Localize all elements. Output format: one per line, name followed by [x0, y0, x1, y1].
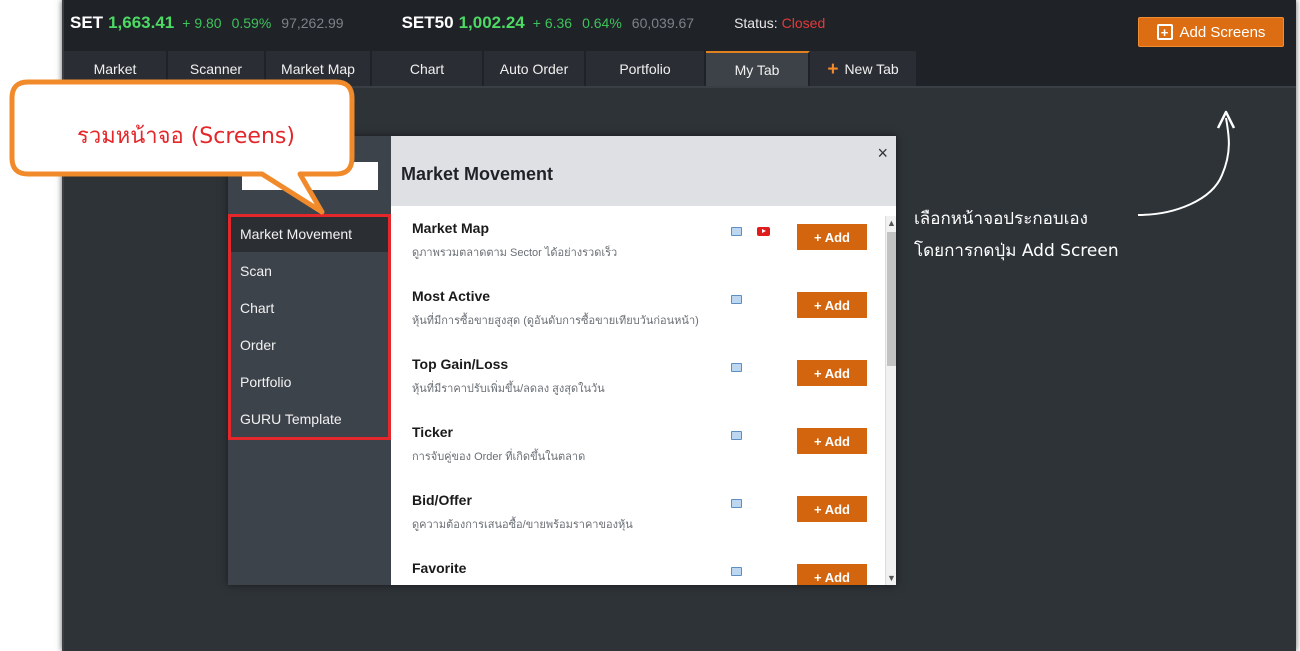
- dialog-title: Market Movement: [401, 164, 554, 184]
- screen-search-input[interactable]: [242, 162, 378, 190]
- plus-box-icon: +: [1156, 24, 1173, 40]
- add-screens-label: Add Screens: [1179, 23, 1266, 41]
- close-icon[interactable]: ×: [877, 144, 888, 162]
- scroll-up-icon[interactable]: ▲: [886, 216, 897, 230]
- annotation-note: เลือกหน้าจอประกอบเอง โดยการกดปุ่ม Add Sc…: [914, 203, 1119, 267]
- screen-item: Favorite + Add: [391, 546, 885, 585]
- manual-book-icon[interactable]: [731, 567, 742, 576]
- category-list: Market Movement Scan Chart Order Portfol…: [230, 215, 390, 437]
- tab-auto-order[interactable]: Auto Order: [484, 51, 586, 87]
- tab-label: Auto Order: [499, 61, 569, 77]
- add-screen-button[interactable]: + Add: [797, 564, 867, 585]
- tab-market[interactable]: Market: [64, 51, 168, 87]
- tab-label: Market: [93, 61, 137, 77]
- screen-title: Ticker: [412, 424, 453, 440]
- category-order[interactable]: Order: [230, 326, 390, 363]
- tab-chart[interactable]: Chart: [372, 51, 484, 87]
- category-guru-template[interactable]: GURU Template: [230, 400, 390, 437]
- set-index-name: SET: [70, 13, 104, 32]
- market-status-value: Closed: [781, 15, 826, 31]
- add-screen-dialog: Market Movement Scan Chart Order Portfol…: [228, 136, 896, 585]
- screen-list-scrollbar[interactable]: ▲ ▼: [885, 216, 896, 585]
- annotation-line-1: เลือกหน้าจอประกอบเอง: [914, 209, 1088, 229]
- category-label: Market Movement: [240, 225, 353, 242]
- set-index-change: + 9.80: [182, 15, 222, 31]
- tab-label: Chart: [409, 61, 445, 77]
- tab-label: Scanner: [189, 61, 243, 77]
- category-market-movement[interactable]: Market Movement: [230, 215, 390, 252]
- screen-item: Market Map ดูภาพรวมตลาดตาม Sector ได้อย่…: [391, 206, 885, 274]
- manual-book-icon[interactable]: [731, 363, 742, 372]
- callout-label: รวมหน้าจอ (Screens): [77, 124, 295, 149]
- set50-index-volume: 60,039.67: [631, 15, 695, 31]
- set-index-volume: 97,262.99: [281, 15, 344, 31]
- set50-index-change: + 6.36: [532, 15, 573, 31]
- screen-item: Top Gain/Loss หุ้นที่มีราคาปรับเพิ่มขึ้น…: [391, 342, 885, 410]
- category-label: Chart: [240, 299, 275, 316]
- set50-index-name: SET50: [401, 13, 454, 32]
- category-label: Portfolio: [240, 373, 292, 390]
- screen-description: หุ้นที่มีการซื้อขายสูงสุด (ดูอันดับการซื…: [412, 315, 699, 327]
- tab-label: Market Map: [281, 61, 355, 77]
- manual-book-icon[interactable]: [731, 227, 742, 236]
- manual-book-icon[interactable]: [731, 499, 742, 508]
- screen-list: Market Map ดูภาพรวมตลาดตาม Sector ได้อย่…: [391, 206, 885, 585]
- screen-title: Bid/Offer: [412, 492, 472, 508]
- tab-label: Portfolio: [619, 61, 671, 77]
- set50-index-value: 1,002.24: [458, 13, 525, 32]
- screen-title: Most Active: [412, 288, 491, 304]
- dialog-header: Market Movement ×: [391, 136, 896, 206]
- add-screen-button[interactable]: + Add: [797, 224, 867, 250]
- add-screen-button[interactable]: + Add: [797, 292, 867, 318]
- category-label: Scan: [240, 262, 272, 279]
- screen-description: ดูความต้องการเสนอซื้อ/ขายพร้อมราคาของหุ้…: [412, 519, 633, 531]
- market-status-label: Status:: [734, 15, 778, 31]
- screen-description: หุ้นที่มีราคาปรับเพิ่มขึ้น/ลดลง สูงสุดใน…: [412, 383, 605, 395]
- add-screen-button[interactable]: + Add: [797, 496, 867, 522]
- index-ticker: SET 1,663.41 + 9.80 0.59% 97,262.99 SET5…: [70, 10, 825, 36]
- category-scan[interactable]: Scan: [230, 252, 390, 289]
- tab-my-tab[interactable]: My Tab: [706, 51, 810, 87]
- screen-title: Favorite: [412, 560, 467, 576]
- category-chart[interactable]: Chart: [230, 289, 390, 326]
- screen-description: การจับคู่ของ Order ที่เกิดขึ้นในตลาด: [412, 451, 586, 463]
- add-screen-button[interactable]: + Add: [797, 360, 867, 386]
- add-screen-button[interactable]: + Add: [797, 428, 867, 454]
- category-sidebar: Market Movement Scan Chart Order Portfol…: [228, 136, 391, 585]
- category-label: Order: [240, 336, 276, 353]
- screen-item: Most Active หุ้นที่มีการซื้อขายสูงสุด (ด…: [391, 274, 885, 342]
- screen-item: Ticker การจับคู่ของ Order ที่เกิดขึ้นในต…: [391, 410, 885, 478]
- scroll-down-icon[interactable]: ▼: [886, 571, 897, 585]
- category-label: GURU Template: [240, 410, 342, 427]
- scroll-thumb[interactable]: [887, 232, 896, 366]
- tab-new-tab[interactable]: + New Tab: [810, 51, 918, 87]
- annotation-line-2: โดยการกดปุ่ม Add Screen: [914, 241, 1119, 261]
- set-index-percent: 0.59%: [231, 15, 272, 31]
- plus-icon: +: [827, 58, 839, 80]
- tab-label: New Tab: [844, 61, 899, 77]
- tab-bar: Market Scanner Market Map Chart Auto Ord…: [64, 51, 918, 87]
- screen-description: ดูภาพรวมตลาดตาม Sector ได้อย่างรวดเร็ว: [412, 247, 618, 259]
- screen-title: Top Gain/Loss: [412, 356, 509, 372]
- tab-label: My Tab: [734, 62, 780, 78]
- tab-scanner[interactable]: Scanner: [168, 51, 266, 87]
- tab-market-map[interactable]: Market Map: [266, 51, 372, 87]
- manual-book-icon[interactable]: [731, 431, 742, 440]
- set-index-value: 1,663.41: [108, 13, 175, 32]
- category-portfolio[interactable]: Portfolio: [230, 363, 390, 400]
- manual-book-icon[interactable]: [731, 295, 742, 304]
- screen-title: Market Map: [412, 220, 490, 236]
- add-screens-button[interactable]: + Add Screens: [1138, 17, 1284, 47]
- video-play-icon[interactable]: [757, 227, 770, 236]
- screen-item: Bid/Offer ดูความต้องการเสนอซื้อ/ขายพร้อม…: [391, 478, 885, 546]
- tab-portfolio[interactable]: Portfolio: [586, 51, 706, 87]
- set50-index-percent: 0.64%: [582, 15, 622, 31]
